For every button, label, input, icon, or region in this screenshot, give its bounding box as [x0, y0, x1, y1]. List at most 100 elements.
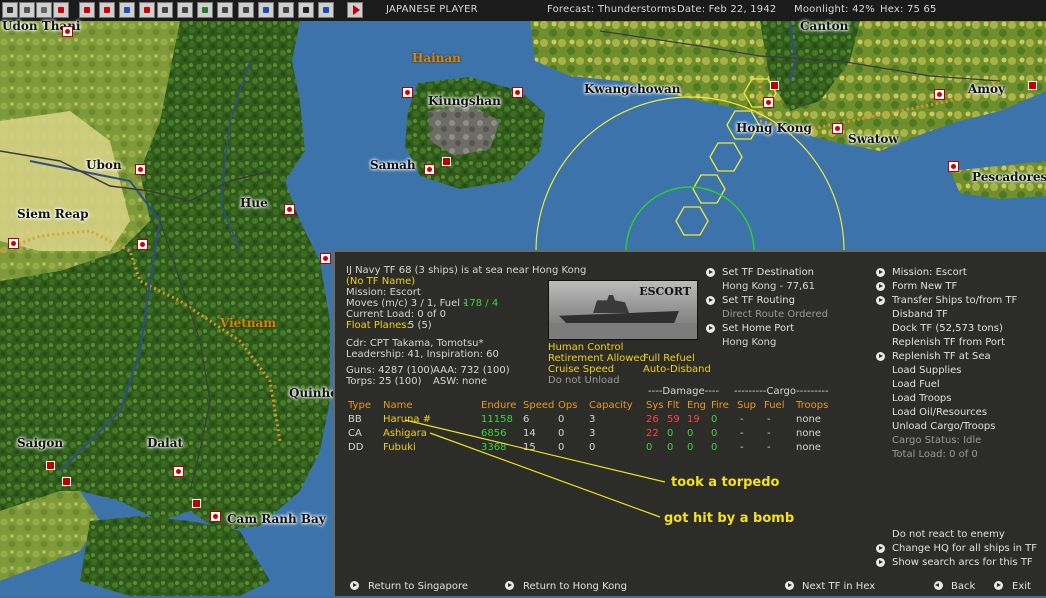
- replenish-sea-bullet-icon[interactable]: [876, 352, 885, 361]
- dock-tf-button[interactable]: Dock TF (52,573 tons): [892, 323, 1003, 335]
- form-new-tf-bullet-icon[interactable]: [876, 282, 885, 291]
- base-marker[interactable]: [284, 204, 295, 215]
- planes-icon[interactable]: [238, 2, 254, 18]
- do-not-unload-toggle[interactable]: Do not Unload: [548, 375, 620, 387]
- load-supplies-button[interactable]: Load Supplies: [892, 365, 961, 377]
- exit-bullet-icon[interactable]: [994, 581, 1003, 590]
- place-saigon: Saigon: [17, 436, 64, 450]
- col-fire: Fire: [711, 400, 729, 411]
- return-hongkong-bullet-icon[interactable]: [505, 581, 514, 590]
- aircraft-icon[interactable]: [119, 2, 135, 18]
- ships-icon[interactable]: [258, 2, 274, 18]
- load-troops-button[interactable]: Load Troops: [892, 393, 952, 405]
- hex-label: Hex: 75 65: [880, 4, 937, 15]
- disband-tf-button[interactable]: Disband TF: [892, 309, 948, 321]
- form-new-tf-button[interactable]: Form New TF: [892, 281, 957, 293]
- ship-unit-icon[interactable]: [1028, 81, 1037, 90]
- unload-cargo-button[interactable]: Unload Cargo/Troops: [892, 421, 995, 433]
- transfer-ships-bullet-icon[interactable]: [876, 296, 885, 305]
- search-arcs-button[interactable]: Show search arcs for this TF: [892, 557, 1033, 569]
- place-vietnam: Vietnam: [220, 316, 277, 330]
- search-arcs-bullet-icon[interactable]: [876, 558, 885, 567]
- ship-name-link[interactable]: Fubuki: [383, 442, 416, 454]
- ship-flt-damage: 0: [667, 428, 674, 439]
- replenish-sea-button[interactable]: Replenish TF at Sea: [892, 351, 991, 363]
- airbase-icon[interactable]: [79, 2, 95, 18]
- load-fuel-button[interactable]: Load Fuel: [892, 379, 940, 391]
- tf-float-planes-label[interactable]: Float Planes:: [346, 320, 410, 332]
- base-marker[interactable]: [948, 161, 959, 172]
- display-options-icon[interactable]: [2, 2, 18, 18]
- do-not-react-toggle[interactable]: Do not react to enemy: [892, 529, 1005, 541]
- annotation-torpedo: took a torpedo: [671, 475, 780, 490]
- ship-unit-icon[interactable]: [442, 157, 451, 166]
- next-tf-bullet-icon[interactable]: [785, 581, 794, 590]
- ship-name-link[interactable]: Haruna #: [383, 414, 431, 426]
- ship-fuel: -: [767, 414, 771, 425]
- base-marker[interactable]: [137, 239, 148, 250]
- transfer-ships-button[interactable]: Transfer Ships to/from TF: [892, 295, 1017, 307]
- set-routing-bullet-icon[interactable]: [706, 296, 715, 305]
- ship-type: CA: [348, 428, 362, 439]
- place-hong-kong: Hong Kong: [736, 121, 812, 135]
- base-marker[interactable]: [135, 164, 146, 175]
- tf-flag-icon[interactable]: [157, 2, 173, 18]
- place-hainan: Hainan: [412, 51, 461, 65]
- base-marker[interactable]: [210, 511, 221, 522]
- end-turn-icon[interactable]: [347, 2, 363, 18]
- change-hq-button[interactable]: Change HQ for all ships in TF: [892, 543, 1037, 555]
- ground-unit-icon[interactable]: [99, 2, 115, 18]
- total-load: Total Load: 0 of 0: [892, 449, 978, 460]
- return-singapore-bullet-icon[interactable]: [350, 581, 359, 590]
- set-destination-button[interactable]: Set TF Destination: [722, 267, 814, 279]
- base-marker[interactable]: [832, 123, 843, 134]
- screen-icon[interactable]: [318, 2, 334, 18]
- ship-fire-damage: 0: [711, 428, 718, 439]
- set-routing-button[interactable]: Set TF Routing: [722, 295, 795, 307]
- place-hue: Hue: [240, 196, 268, 210]
- mission-button[interactable]: Mission: Escort: [892, 267, 967, 279]
- set-destination-bullet-icon[interactable]: [706, 268, 715, 277]
- back-button[interactable]: Back: [951, 581, 975, 593]
- sliders-icon[interactable]: [197, 2, 213, 18]
- back-bullet-icon[interactable]: [934, 581, 943, 590]
- map-icon[interactable]: [19, 2, 35, 18]
- col-speed: Speed: [523, 400, 555, 411]
- base-marker[interactable]: [763, 97, 774, 108]
- bases-icon[interactable]: [278, 2, 294, 18]
- base-marker[interactable]: [512, 87, 523, 98]
- ship-unit-icon[interactable]: [192, 499, 201, 508]
- change-hq-bullet-icon[interactable]: [876, 544, 885, 553]
- auto-disband-toggle[interactable]: Auto-Disband: [643, 364, 711, 376]
- base-marker[interactable]: [934, 89, 945, 100]
- ship-unit-icon[interactable]: [62, 477, 71, 486]
- ship-unit-icon[interactable]: [770, 81, 779, 90]
- flag-japan-icon[interactable]: [53, 2, 69, 18]
- base-marker[interactable]: [173, 466, 184, 477]
- base-marker[interactable]: [402, 87, 413, 98]
- return-singapore-button[interactable]: Return to Singapore: [368, 581, 468, 593]
- base-marker[interactable]: [424, 164, 435, 175]
- cargo-status: Cargo Status: Idle: [892, 435, 982, 446]
- ship-name-link[interactable]: Ashigara: [383, 428, 427, 440]
- col-capacity: Capacity: [589, 400, 633, 411]
- replenish-port-button[interactable]: Replenish TF from Port: [892, 337, 1005, 349]
- exit-button[interactable]: Exit: [1012, 581, 1031, 593]
- base-marker[interactable]: [8, 238, 19, 249]
- return-hongkong-button[interactable]: Return to Hong Kong: [523, 581, 627, 593]
- ship-unit-icon[interactable]: [46, 461, 55, 470]
- base-marker[interactable]: [320, 253, 331, 264]
- land-unit-icon[interactable]: [139, 2, 155, 18]
- next-tf-button[interactable]: Next TF in Hex: [802, 581, 875, 593]
- info-icon[interactable]: [217, 2, 233, 18]
- mail-icon[interactable]: [36, 2, 52, 18]
- op-icon[interactable]: [298, 2, 314, 18]
- ship-capacity: 0: [589, 442, 596, 453]
- set-home-port-bullet-icon[interactable]: [706, 324, 715, 333]
- load-oil-button[interactable]: Load Oil/Resources: [892, 407, 987, 419]
- tf-asw: ASW: none: [433, 376, 487, 387]
- hq-icon[interactable]: [177, 2, 193, 18]
- set-home-port-button[interactable]: Set Home Port: [722, 323, 794, 335]
- base-marker[interactable]: [62, 26, 73, 37]
- mission-bullet-icon[interactable]: [876, 268, 885, 277]
